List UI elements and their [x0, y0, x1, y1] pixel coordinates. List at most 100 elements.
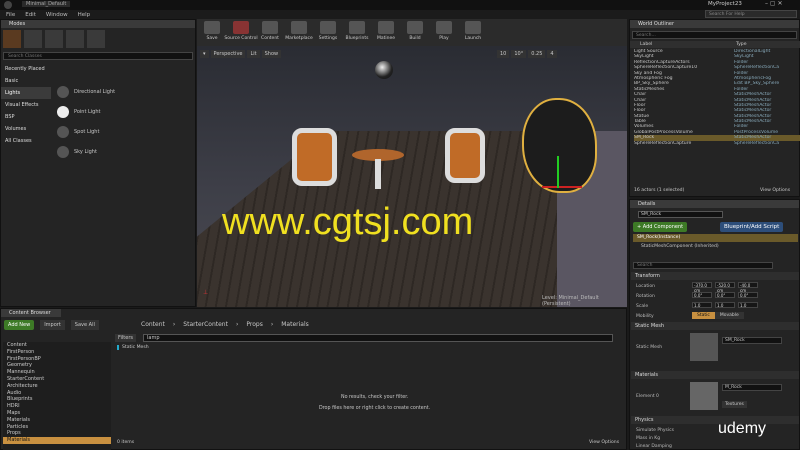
viewport-menu-button[interactable]: ▾ [200, 50, 209, 58]
folder-item[interactable]: HDRI [3, 403, 111, 410]
scale-x[interactable]: 1.0 [692, 302, 712, 308]
import-button[interactable]: Import [40, 320, 65, 330]
breadcrumb-materials[interactable]: Materials [281, 321, 309, 328]
folder-item[interactable]: Particles [3, 424, 111, 431]
breadcrumb-starter-content[interactable]: StarterContent [183, 321, 228, 328]
add-component-button[interactable]: + Add Component [633, 222, 688, 232]
geometry-mode-icon[interactable] [87, 30, 105, 48]
details-search-input[interactable]: Search [633, 262, 773, 269]
source-control-button[interactable]: Source Control [224, 19, 258, 45]
location-y[interactable]: -520.0 cm [715, 282, 735, 293]
chair-left-mesh[interactable] [292, 128, 337, 186]
add-new-button[interactable]: Add New [4, 320, 35, 330]
content-view-options[interactable]: View Options [589, 440, 619, 445]
world-outliner-tab[interactable]: World Outliner [630, 20, 799, 28]
modes-tab[interactable]: Modes [1, 20, 195, 28]
category-lights[interactable]: Lights [1, 87, 51, 99]
static-mesh-section[interactable]: Static Mesh [631, 322, 799, 330]
static-mesh-filter-chip[interactable]: Static Mesh [117, 345, 149, 350]
folder-item[interactable]: FirstPersonBP [3, 356, 111, 363]
material-picker[interactable]: M_Rock [722, 384, 782, 391]
category-all-classes[interactable]: All Classes [1, 135, 51, 147]
landscape-mode-icon[interactable] [45, 30, 63, 48]
grid-snap[interactable]: 10 [497, 50, 510, 58]
mobility-movable[interactable]: Movable [714, 312, 744, 319]
place-mode-icon[interactable] [3, 30, 21, 48]
help-search-input[interactable]: Search For Help [705, 10, 797, 18]
folder-item[interactable]: Geometry [3, 362, 111, 369]
outliner-search-input[interactable]: Search... [632, 31, 797, 39]
actor-name-input[interactable]: SM_Rock [638, 211, 723, 218]
blueprint-add-script-button[interactable]: Blueprint/Add Script [720, 222, 784, 232]
folder-item[interactable]: Audio [3, 390, 111, 397]
breadcrumb-content[interactable]: Content [141, 321, 165, 328]
settings-button[interactable]: Settings [315, 19, 341, 45]
sm-rock-mesh[interactable] [522, 98, 597, 193]
content-button[interactable]: Content [257, 19, 283, 45]
breadcrumb-props[interactable]: Props [246, 321, 262, 328]
place-item-spot-light[interactable]: Spot Light [53, 122, 195, 142]
folder-item[interactable]: Materials [3, 437, 111, 444]
camera-speed[interactable]: 4 [547, 50, 557, 58]
paint-mode-icon[interactable] [24, 30, 42, 48]
folder-item[interactable]: Content [3, 342, 111, 349]
category-bsp[interactable]: BSP [1, 111, 51, 123]
lit-button[interactable]: Lit [247, 50, 260, 58]
materials-section[interactable]: Materials [631, 371, 799, 379]
scale-y[interactable]: 1.0 [715, 302, 735, 308]
show-button[interactable]: Show [261, 50, 282, 58]
folder-item[interactable]: Maps [3, 410, 111, 417]
launch-button[interactable]: Launch [460, 19, 486, 45]
static-mesh-picker[interactable]: SM_Rock [722, 337, 782, 344]
category-basic[interactable]: Basic [1, 75, 51, 87]
outliner-row[interactable]: SphereReflectionCapture SphereReflectionC… [634, 141, 800, 146]
folder-item[interactable]: Mannequin [3, 369, 111, 376]
build-button[interactable]: Build [402, 19, 428, 45]
col-label[interactable]: Label [630, 41, 736, 48]
folder-item[interactable]: Materials [3, 417, 111, 424]
place-item-directional-light[interactable]: Directional Light [53, 82, 195, 102]
details-tab[interactable]: Details [630, 200, 799, 208]
category-volumes[interactable]: Volumes [1, 123, 51, 135]
place-item-sky-light[interactable]: Sky Light [53, 142, 195, 162]
place-item-point-light[interactable]: Point Light [53, 102, 195, 122]
folder-item[interactable]: StarterContent [3, 376, 111, 383]
location-z[interactable]: -40.0 cm [738, 282, 758, 293]
reflection-sphere[interactable] [375, 61, 393, 79]
folder-item[interactable]: FirstPerson [3, 349, 111, 356]
matinee-button[interactable]: Matinee [373, 19, 399, 45]
scale-snap[interactable]: 0.25 [528, 50, 546, 58]
save-button[interactable]: Save [199, 19, 225, 45]
mobility-static[interactable]: Static [692, 312, 715, 319]
menu-window[interactable]: Window [46, 12, 68, 18]
content-search-input[interactable]: lamp [143, 334, 613, 342]
rock-material-thumbnail[interactable] [690, 382, 718, 410]
folder-item[interactable]: Architecture [3, 383, 111, 390]
scale-z[interactable]: 1.0 [738, 302, 758, 308]
rotation-z[interactable]: 0.0° [738, 292, 758, 298]
save-all-button[interactable]: Save All [70, 320, 99, 330]
rotation-snap[interactable]: 10° [511, 50, 527, 58]
rotation-y[interactable]: 0.0° [715, 292, 735, 298]
location-x[interactable]: -370.0 cm [692, 282, 712, 293]
transform-section[interactable]: Transform [631, 272, 799, 280]
transform-gizmo-z[interactable] [557, 156, 559, 188]
outliner-view-options[interactable]: View Options [760, 188, 790, 193]
level-viewport[interactable]: ▾ Perspective Lit Show 10 10° 0.25 4 www… [197, 46, 627, 307]
instance-row[interactable]: SM_Rock(Instance) [633, 234, 798, 242]
folder-item[interactable]: Props [3, 430, 111, 437]
component-row[interactable]: StaticMeshComponent (Inherited) [633, 244, 719, 249]
perspective-button[interactable]: Perspective [210, 50, 246, 58]
chair-right-mesh[interactable] [445, 128, 485, 183]
menu-file[interactable]: File [6, 12, 15, 18]
rock-mesh-thumbnail[interactable] [690, 333, 718, 361]
textures-dropdown[interactable]: Textures [722, 401, 747, 408]
physics-section[interactable]: Physics [631, 416, 799, 424]
transform-gizmo-x[interactable] [542, 186, 582, 188]
marketplace-button[interactable]: Marketplace [285, 19, 313, 45]
content-browser-tab[interactable]: Content Browser [1, 309, 61, 317]
category-recently-placed[interactable]: Recently Placed [1, 63, 51, 75]
window-controls[interactable]: – ▢ ✕ [765, 0, 783, 7]
rotation-x[interactable]: 0.0° [692, 292, 712, 298]
blueprints-button[interactable]: Blueprints [344, 19, 370, 45]
